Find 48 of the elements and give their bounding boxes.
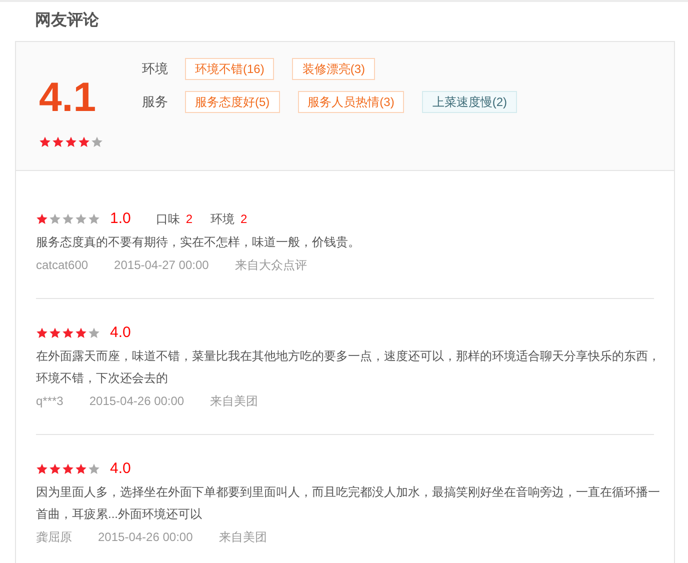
review-date: 2015-04-27 00:00 bbox=[114, 257, 209, 274]
aspect-score: 2 bbox=[186, 211, 193, 228]
review-score: 4.0 bbox=[110, 322, 131, 343]
aspect-label: 环境 bbox=[210, 211, 235, 228]
tag-category: 服务 bbox=[142, 93, 169, 112]
star-icon bbox=[78, 136, 90, 148]
star-icon bbox=[39, 136, 51, 148]
review-date: 2015-04-26 00:00 bbox=[89, 393, 184, 410]
star-icon bbox=[62, 463, 74, 475]
star-icon bbox=[49, 463, 61, 475]
review-tag[interactable]: 服务人员热情(3) bbox=[298, 91, 404, 113]
review-date: 2015-04-26 00:00 bbox=[98, 529, 193, 546]
star-icon bbox=[91, 136, 103, 148]
star-icon bbox=[36, 327, 48, 339]
star-icon bbox=[65, 136, 77, 148]
star-icon bbox=[36, 213, 48, 225]
review-tag[interactable]: 上菜速度慢(2) bbox=[422, 91, 518, 113]
star-icon bbox=[62, 327, 74, 339]
star-icon bbox=[88, 463, 100, 475]
review-text: 因为里面人多，选择坐在外面下单都要到里面叫人，而且吃完都没人加水，最搞笑刚好坐在音响旁边，一直在循环播一首曲，耳疲累...外面环境还可以 bbox=[36, 484, 661, 523]
star-icon bbox=[52, 136, 64, 148]
section-title: 网友评论 bbox=[35, 11, 100, 31]
review-source: 来自大众点评 bbox=[234, 257, 307, 274]
star-icon bbox=[75, 327, 87, 339]
star-icon bbox=[49, 213, 61, 225]
review-tag[interactable]: 环境不错(16) bbox=[185, 58, 274, 80]
star-icon bbox=[88, 327, 100, 339]
review-source: 来自美团 bbox=[218, 529, 267, 546]
review-author: q***3 bbox=[36, 393, 64, 410]
tag-category: 环境 bbox=[142, 60, 169, 78]
aspect-score: 2 bbox=[240, 211, 248, 228]
aspect-label: 口味 bbox=[156, 211, 180, 228]
star-icon bbox=[88, 213, 100, 225]
star-icon bbox=[49, 327, 61, 339]
review-tag[interactable]: 装修漂亮(3) bbox=[292, 58, 376, 80]
star-icon bbox=[36, 463, 48, 475]
review-author: catcat600 bbox=[36, 257, 88, 274]
review-author: 龚屈原 bbox=[36, 529, 72, 546]
star-icon bbox=[75, 463, 87, 475]
review-text: 在外面露天而座，味道不错，菜量比我在其他地方吃的要多一点，速度还可以，那样的环境适合聊天分享快乐的东西，环境不错，下次还会去的 bbox=[36, 348, 661, 387]
review-source: 来自美团 bbox=[210, 393, 258, 410]
star-icon bbox=[62, 213, 74, 225]
review-score: 4.0 bbox=[110, 458, 131, 479]
review-tag[interactable]: 服务态度好(5) bbox=[185, 91, 280, 113]
review-score: 1.0 bbox=[110, 208, 131, 229]
star-icon bbox=[75, 213, 87, 225]
average-score: 4.1 bbox=[39, 75, 96, 119]
review-text: 服务态度真的不要有期待，实在不怎样，味道一般，价钱贵。 bbox=[36, 234, 361, 251]
